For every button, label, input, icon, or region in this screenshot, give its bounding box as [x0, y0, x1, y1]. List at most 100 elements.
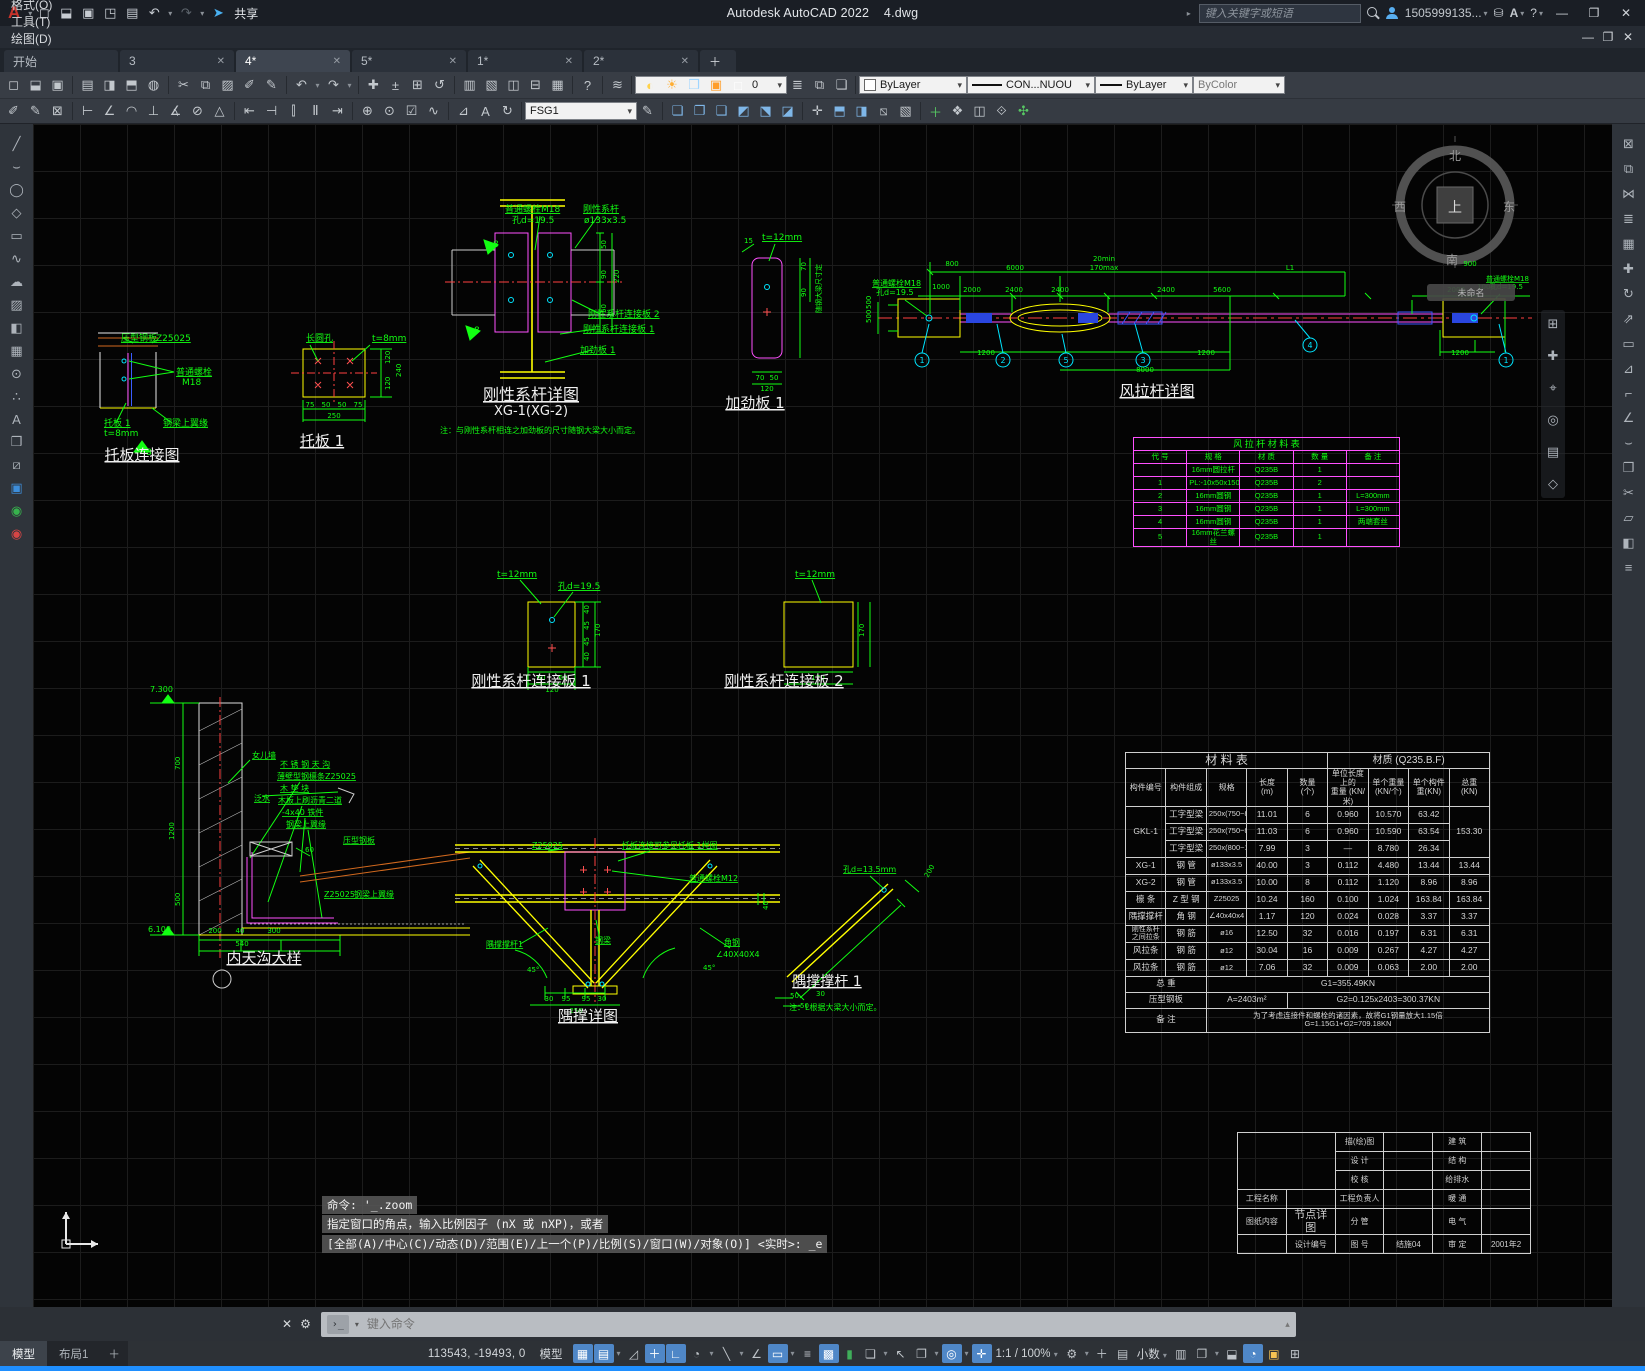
file-tab-5*[interactable]: 5* ✕ [352, 50, 466, 72]
sheet-set-icon[interactable]: ⊟ [525, 75, 546, 95]
design-center-icon[interactable]: ▧ [481, 75, 502, 95]
layout-tab-布局1[interactable]: 布局1 [47, 1341, 101, 1366]
layout-tab-模型[interactable]: 模型 [0, 1341, 47, 1366]
undo-icon[interactable]: ↶ [291, 75, 312, 95]
line-icon[interactable]: ╱ [13, 136, 21, 152]
ortho-icon[interactable]: ∟ [665, 1344, 686, 1363]
overkill-icon[interactable]: ≡ [1625, 560, 1633, 575]
polygon-icon[interactable]: ◇ [12, 205, 22, 221]
point-tool-icon[interactable]: ✣ [1013, 101, 1034, 121]
minimize-button[interactable]: — [1549, 3, 1575, 23]
redo-list-icon[interactable]: ▾ [345, 75, 354, 95]
fillet-icon[interactable]: ⌣ [1624, 435, 1633, 451]
annotation-scale-add-icon[interactable]: ＋ [1092, 1344, 1112, 1363]
3dosnap-list-icon[interactable]: ▾ [882, 1344, 890, 1363]
3dosnap-icon[interactable]: ❏ [861, 1344, 881, 1363]
save-as-icon[interactable]: ◳ [100, 3, 120, 23]
layer-lock-icon[interactable]: ▣ [706, 75, 726, 95]
tab-close-icon[interactable]: ✕ [565, 56, 573, 67]
revise-icon[interactable]: ✎ [25, 101, 46, 121]
save-icon[interactable]: ▣ [78, 3, 98, 23]
tolerance-icon[interactable]: ⊙ [379, 101, 400, 121]
gizmo-icon[interactable]: ◎ [941, 1344, 962, 1363]
lockui-list-icon[interactable]: ▾ [1213, 1344, 1221, 1363]
layer-vp-icon[interactable]: ❒ [684, 75, 704, 95]
doc-minimize-button[interactable]: — [1579, 29, 1597, 45]
region-icon[interactable]: ⧄ [12, 457, 20, 473]
block-6-icon[interactable]: ◪ [777, 101, 798, 121]
copy-icon[interactable]: ⧉ [1624, 161, 1633, 177]
zoom-previous-icon[interactable]: ↺ [429, 75, 450, 95]
infer-constraints-icon[interactable]: ＋ [644, 1344, 665, 1363]
table-icon[interactable]: ▦ [10, 343, 22, 359]
performance-icon[interactable]: ≋ [607, 75, 628, 95]
dim-baseline-icon[interactable]: △ [209, 101, 230, 121]
isodraft-list-icon[interactable]: ▾ [738, 1344, 746, 1363]
menu-绘图(D)[interactable]: 绘图(D) [0, 30, 65, 47]
autodesk-a-icon[interactable]: A ▾ [1510, 6, 1525, 20]
block-4-icon[interactable]: ◩ [733, 101, 754, 121]
dim-angular-icon[interactable]: ∠ [99, 101, 120, 121]
polar-list-icon[interactable]: ▾ [708, 1344, 716, 1363]
workspace-icon[interactable]: ⚙ [1062, 1344, 1082, 1363]
file-tab-3[interactable]: 3 ✕ [120, 50, 234, 72]
erase-markup-icon[interactable]: ⊠ [47, 101, 68, 121]
annotation-visibility-icon[interactable]: ✛ [971, 1344, 992, 1363]
command-input[interactable] [364, 1316, 1280, 1332]
gizmo-list-icon[interactable]: ▾ [963, 1344, 971, 1363]
quick-properties-icon[interactable]: ▥ [1171, 1344, 1191, 1363]
face-4-icon[interactable]: ▧ [895, 101, 916, 121]
dim-continue-icon[interactable]: ⫿ [283, 101, 304, 121]
help-icon[interactable]: ? [577, 75, 598, 95]
paste-icon[interactable]: ▨ [217, 75, 238, 95]
mirror-icon[interactable]: ⋈ [1622, 186, 1635, 202]
etransmit-icon[interactable]: ◍ [143, 75, 164, 95]
file-tab-开始[interactable]: 开始 [4, 50, 118, 72]
circle-icon[interactable]: ◯ [9, 182, 24, 198]
trim-icon[interactable]: ⊿ [1623, 361, 1634, 377]
workspace-list-icon[interactable]: ▾ [1083, 1344, 1091, 1363]
properties-icon[interactable]: ▥ [459, 75, 480, 95]
redo-list-icon[interactable]: ▾ [198, 3, 206, 23]
break-icon[interactable]: ✂ [1623, 485, 1634, 501]
block-5-icon[interactable]: ⬔ [755, 101, 776, 121]
doc-restore-button[interactable]: ❐ [1599, 29, 1617, 45]
autosnap-icon[interactable]: ∠ [747, 1344, 767, 1363]
redo-icon[interactable]: ↷ [323, 75, 344, 95]
text-style-icon[interactable]: A [475, 101, 496, 121]
plus-tool-icon[interactable]: ＋ [925, 101, 946, 121]
dim-perp-icon[interactable]: ⊥ [143, 101, 164, 121]
undo-icon[interactable]: ↶ [144, 3, 164, 23]
regen-icon[interactable]: ↻ [497, 101, 518, 121]
menu-工具(T)[interactable]: 工具(T) [0, 13, 65, 30]
view-tool-icon[interactable]: ⟐ [991, 101, 1012, 121]
search-expand-icon[interactable]: ▸ [1185, 3, 1193, 23]
search-icon[interactable] [1366, 6, 1380, 20]
fullscreen-icon[interactable]: ⊞ [1285, 1344, 1305, 1363]
hatch-icon[interactable]: ▨ [10, 297, 22, 313]
join-icon[interactable]: ◧ [1622, 535, 1634, 551]
layer-states-icon[interactable]: ≣ [787, 75, 808, 95]
dim-diameter-icon[interactable]: ⊘ [187, 101, 208, 121]
scale-icon[interactable]: ⇗ [1623, 311, 1634, 327]
plotstyle-control-combo[interactable]: ByColor ▾ [1193, 76, 1285, 94]
tab-close-icon[interactable]: ✕ [217, 56, 225, 67]
grid-icon[interactable]: ▦ [572, 1344, 593, 1363]
dim-style-icon[interactable]: Ⅱ [305, 101, 326, 121]
filter-list-icon[interactable]: ▾ [933, 1344, 941, 1363]
drawing-canvas[interactable] [33, 124, 1612, 1307]
tab-close-icon[interactable]: ✕ [681, 56, 689, 67]
layer-thaw-icon[interactable]: ☀ [662, 75, 682, 95]
nav-wheel-icon[interactable]: ▤ [1547, 444, 1559, 460]
gradient-icon[interactable]: ◧ [10, 320, 22, 336]
plot-preview-icon[interactable]: ◨ [99, 75, 120, 95]
lineweight-display-icon[interactable]: ≡ [798, 1344, 818, 1363]
units-selector[interactable]: 小数 ▾ [1133, 1346, 1171, 1362]
file-tab-＋[interactable]: ＋ [700, 50, 736, 72]
model-space-button[interactable]: 模型 [540, 1346, 563, 1362]
spline-icon[interactable]: ∿ [11, 251, 22, 267]
layer-color-icon[interactable]: □ [728, 75, 748, 95]
dim-edit-icon[interactable]: ⊣ [261, 101, 282, 121]
redo-icon[interactable]: ↷ [176, 3, 196, 23]
point-icon[interactable]: ∴ [12, 389, 20, 405]
